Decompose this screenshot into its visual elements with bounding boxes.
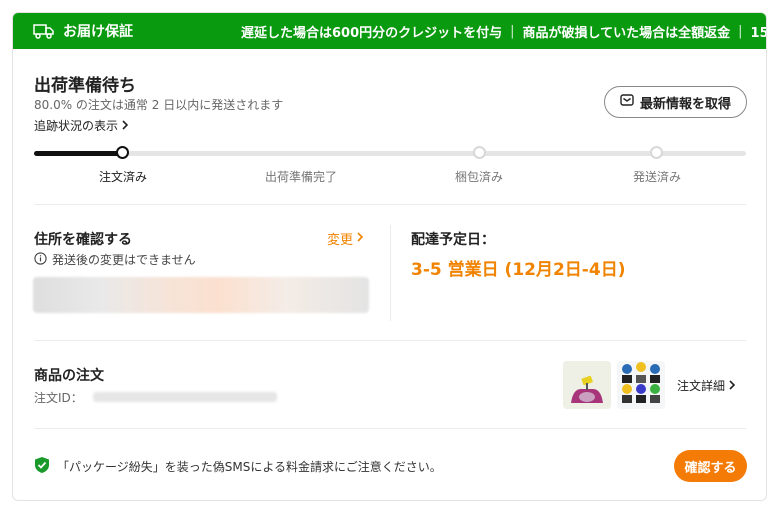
banner-title: お届け保証: [63, 24, 133, 40]
items-title: 商品の注文: [34, 368, 104, 384]
change-address-link[interactable]: 変更: [327, 229, 364, 248]
get-latest-info-label: 最新情報を取得: [639, 96, 731, 112]
banner-messages: 遅延した場合は600円分のクレジットを付与 | 商品が破損していた場合は全額返金…: [241, 22, 766, 41]
divider: [34, 428, 746, 429]
sms-warning: 「パッケージ紛失」を装った偽SMSによる料金請求にご注意ください。: [34, 456, 442, 477]
step-label-shipped: 発送済み: [632, 170, 682, 184]
step-dot-ordered: [116, 146, 129, 159]
step-dot-shipped: [650, 146, 663, 159]
order-detail-label: 注文詳細: [677, 379, 726, 393]
status-subtitle: 80.0% の注文は通常 2 日以内に発送されます: [34, 98, 284, 112]
delivery-label: 配達予定日：: [411, 232, 495, 248]
shield-check-icon: [34, 456, 50, 477]
vertical-divider: [390, 225, 391, 321]
banner-separator: |: [510, 23, 515, 39]
banner-separator: |: [738, 23, 743, 39]
progress-track: [34, 151, 746, 156]
status-title: 出荷準備待ち: [34, 76, 136, 96]
redacted-order-id: [93, 392, 277, 402]
delivery-guarantee-banner[interactable]: お届け保証 遅延した場合は600円分のクレジットを付与 | 商品が破損していた場…: [13, 13, 766, 49]
truck-icon: [33, 22, 55, 40]
divider: [34, 204, 746, 205]
chevron-right-icon: [728, 379, 736, 393]
delivery-date: 3-5 営業日 (12月2日-4日): [411, 260, 626, 280]
banner-message-delay: 遅延した場合は600円分のクレジットを付与: [241, 25, 503, 41]
info-icon: [34, 251, 47, 268]
product-thumbnail[interactable]: [563, 361, 611, 409]
step-label-ready: 出荷準備完了: [264, 170, 338, 184]
mail-icon: [620, 94, 634, 110]
address-note-text: 発送後の変更はできません: [52, 253, 196, 267]
order-status-card: お届け保証 遅延した場合は600円分のクレジットを付与 | 商品が破損していた場…: [12, 12, 767, 501]
progress-fill: [34, 151, 123, 156]
tracking-link-label: 追跡状況の表示: [34, 119, 119, 133]
step-dot-packed: [473, 146, 486, 159]
product-thumbnail[interactable]: [617, 361, 665, 409]
address-note: 発送後の変更はできません: [34, 251, 196, 268]
step-label-ordered: 注文済み: [98, 170, 148, 184]
get-latest-info-button[interactable]: 最新情報を取得: [604, 86, 747, 118]
sms-warning-text: 「パッケージ紛失」を装った偽SMSによる料金請求にご注意ください。: [57, 460, 442, 474]
tracking-link[interactable]: 追跡状況の表示: [34, 117, 129, 134]
divider: [34, 340, 746, 341]
address-title: 住所を確認する: [34, 232, 132, 248]
banner-message-damage: 商品が破損していた場合は全額返金: [522, 25, 731, 41]
change-address-label: 変更: [327, 233, 354, 248]
chevron-right-icon: [121, 119, 129, 133]
banner-message-days: 15日: [750, 25, 766, 41]
order-detail-link[interactable]: 注文詳細: [677, 377, 736, 394]
order-id-label: 注文ID：: [34, 391, 83, 405]
confirm-button[interactable]: 確認する: [674, 450, 747, 482]
chevron-right-icon: [356, 231, 364, 246]
redacted-address: [33, 277, 369, 313]
step-label-packed: 梱包済み: [454, 170, 504, 184]
